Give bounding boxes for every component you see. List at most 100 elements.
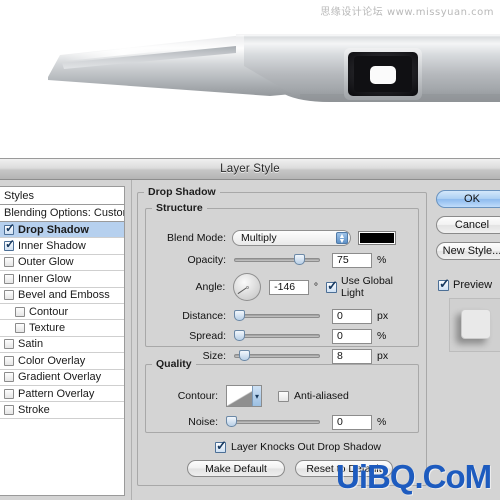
style-row-bevel-and-emboss[interactable]: Bevel and Emboss — [0, 288, 124, 304]
noise-slider[interactable] — [226, 415, 320, 429]
noise-row: Noise: 0 % — [146, 412, 418, 432]
checkbox-color-overlay[interactable] — [4, 355, 14, 366]
style-row-color-overlay[interactable]: Color Overlay — [0, 353, 124, 370]
angle-dial[interactable] — [233, 273, 262, 301]
checkbox-bevel-and-emboss[interactable] — [4, 290, 14, 301]
preview-checkbox[interactable] — [438, 277, 450, 291]
noise-slider-thumb[interactable] — [226, 416, 237, 427]
checkbox-gradient-overlay[interactable] — [4, 372, 14, 383]
angle-value: -146 — [274, 281, 296, 293]
new-style-button[interactable]: New Style... — [436, 242, 500, 260]
layer-knocks-out-checkbox[interactable] — [215, 439, 227, 453]
styles-list-filler — [0, 418, 124, 436]
style-row-stroke[interactable]: Stroke — [0, 402, 124, 419]
styles-list[interactable]: Styles Blending Options: Custom Drop Sha… — [0, 186, 125, 496]
dialog-titlebar[interactable]: Layer Style — [0, 159, 500, 180]
style-row-satin[interactable]: Satin — [0, 337, 124, 354]
chevron-down-icon[interactable]: ▾ — [252, 386, 261, 406]
angle-label: Angle: — [195, 281, 226, 293]
style-row-contour[interactable]: Contour — [0, 304, 124, 321]
opacity-slider-thumb[interactable] — [294, 254, 305, 265]
style-row-texture[interactable]: Texture — [0, 320, 124, 337]
styles-header-label: Styles — [4, 189, 34, 202]
make-default-label: Make Default — [205, 462, 267, 475]
dialog-title: Layer Style — [220, 163, 280, 175]
cancel-button[interactable]: Cancel — [436, 216, 500, 234]
new-style-label: New Style... — [442, 245, 500, 257]
pane-divider — [131, 180, 132, 500]
blend-mode-row: Blend Mode: Multiply ▲ ▼ — [146, 228, 418, 248]
contour-preset-picker[interactable]: ▾ — [226, 385, 262, 407]
ok-label: OK — [464, 193, 480, 205]
checkbox-outer-glow[interactable] — [4, 257, 14, 268]
spread-slider[interactable] — [234, 329, 320, 343]
distance-label: Distance: — [182, 310, 226, 322]
opacity-input[interactable]: 75 — [332, 252, 372, 268]
shadow-color-swatch[interactable] — [358, 231, 396, 245]
style-label-color-overlay: Color Overlay — [18, 354, 86, 367]
opacity-unit: % — [377, 254, 387, 266]
style-label-drop-shadow: Drop Shadow — [18, 223, 89, 236]
make-default-button[interactable]: Make Default — [187, 460, 285, 477]
checkbox-inner-glow[interactable] — [4, 273, 14, 284]
checkbox-texture[interactable] — [15, 323, 25, 334]
noise-input[interactable]: 0 — [332, 414, 372, 430]
contour-label: Contour: — [177, 390, 218, 402]
layer-style-dialog: Layer Style Styles Blending Options: Cus… — [0, 158, 500, 500]
checkbox-stroke[interactable] — [4, 404, 14, 415]
noise-value: 0 — [337, 416, 343, 428]
chevron-updown-icon[interactable]: ▲ ▼ — [336, 232, 348, 245]
style-label-stroke: Stroke — [18, 403, 50, 416]
product-photo-area: 思缘设计论坛 www.missyuan.com — [0, 0, 500, 160]
angle-row: Angle: -146 ° Use Global Light — [146, 272, 418, 302]
blending-options-row[interactable]: Blending Options: Custom — [0, 205, 124, 222]
checkbox-contour[interactable] — [15, 306, 25, 317]
preview-thumbnail — [449, 298, 500, 352]
style-label-satin: Satin — [18, 338, 44, 351]
spread-slider-thumb[interactable] — [234, 330, 245, 341]
use-global-light-checkbox[interactable] — [326, 279, 338, 293]
distance-row: Distance: 0 px — [146, 306, 418, 326]
angle-input[interactable]: -146 — [269, 279, 309, 295]
style-label-inner-shadow: Inner Shadow — [18, 240, 86, 253]
spread-slider-track — [234, 334, 320, 338]
anti-aliased-label: Anti-aliased — [294, 390, 349, 402]
style-row-outer-glow[interactable]: Outer Glow — [0, 255, 124, 272]
ok-button[interactable]: OK — [436, 190, 500, 208]
spread-input[interactable]: 0 — [332, 328, 372, 344]
cancel-label: Cancel — [454, 219, 490, 231]
preview-label: Preview — [453, 279, 493, 291]
knockout-row: Layer Knocks Out Drop Shadow — [215, 439, 381, 453]
preview-thumbnail-shape — [461, 309, 491, 339]
opacity-label: Opacity: — [187, 254, 226, 266]
blend-mode-label: Blend Mode: — [167, 232, 226, 244]
style-label-outer-glow: Outer Glow — [18, 256, 74, 269]
distance-input[interactable]: 0 — [332, 308, 372, 324]
preview-row: Preview — [438, 277, 493, 291]
checkbox-pattern-overlay[interactable] — [4, 388, 14, 399]
noise-slider-track — [226, 420, 320, 424]
style-label-pattern-overlay: Pattern Overlay — [18, 387, 95, 400]
distance-slider-thumb[interactable] — [234, 310, 245, 321]
opacity-slider[interactable] — [234, 253, 320, 267]
layer-knocks-out-label: Layer Knocks Out Drop Shadow — [231, 441, 381, 453]
style-row-pattern-overlay[interactable]: Pattern Overlay — [0, 386, 124, 403]
styles-pane: Styles Blending Options: Custom Drop Sha… — [0, 186, 131, 500]
distance-value: 0 — [337, 310, 343, 322]
metal-device-illustration — [48, 34, 500, 102]
style-row-gradient-overlay[interactable]: Gradient Overlay — [0, 370, 124, 386]
spread-row: Spread: 0 % — [146, 326, 418, 346]
checkbox-drop-shadow[interactable] — [4, 222, 15, 235]
distance-unit: px — [377, 310, 389, 322]
blend-mode-select[interactable]: Multiply ▲ ▼ — [232, 230, 351, 246]
anti-aliased-checkbox[interactable] — [278, 390, 289, 402]
noise-label: Noise: — [188, 416, 218, 428]
distance-slider[interactable] — [234, 309, 320, 323]
style-row-drop-shadow[interactable]: Drop Shadow — [0, 222, 124, 239]
style-row-inner-shadow[interactable]: Inner Shadow — [0, 238, 124, 255]
opacity-slider-track — [234, 258, 320, 262]
checkbox-inner-shadow[interactable] — [4, 238, 15, 252]
style-label-gradient-overlay: Gradient Overlay — [18, 371, 102, 384]
style-row-inner-glow[interactable]: Inner Glow — [0, 271, 124, 288]
checkbox-satin[interactable] — [4, 339, 14, 350]
